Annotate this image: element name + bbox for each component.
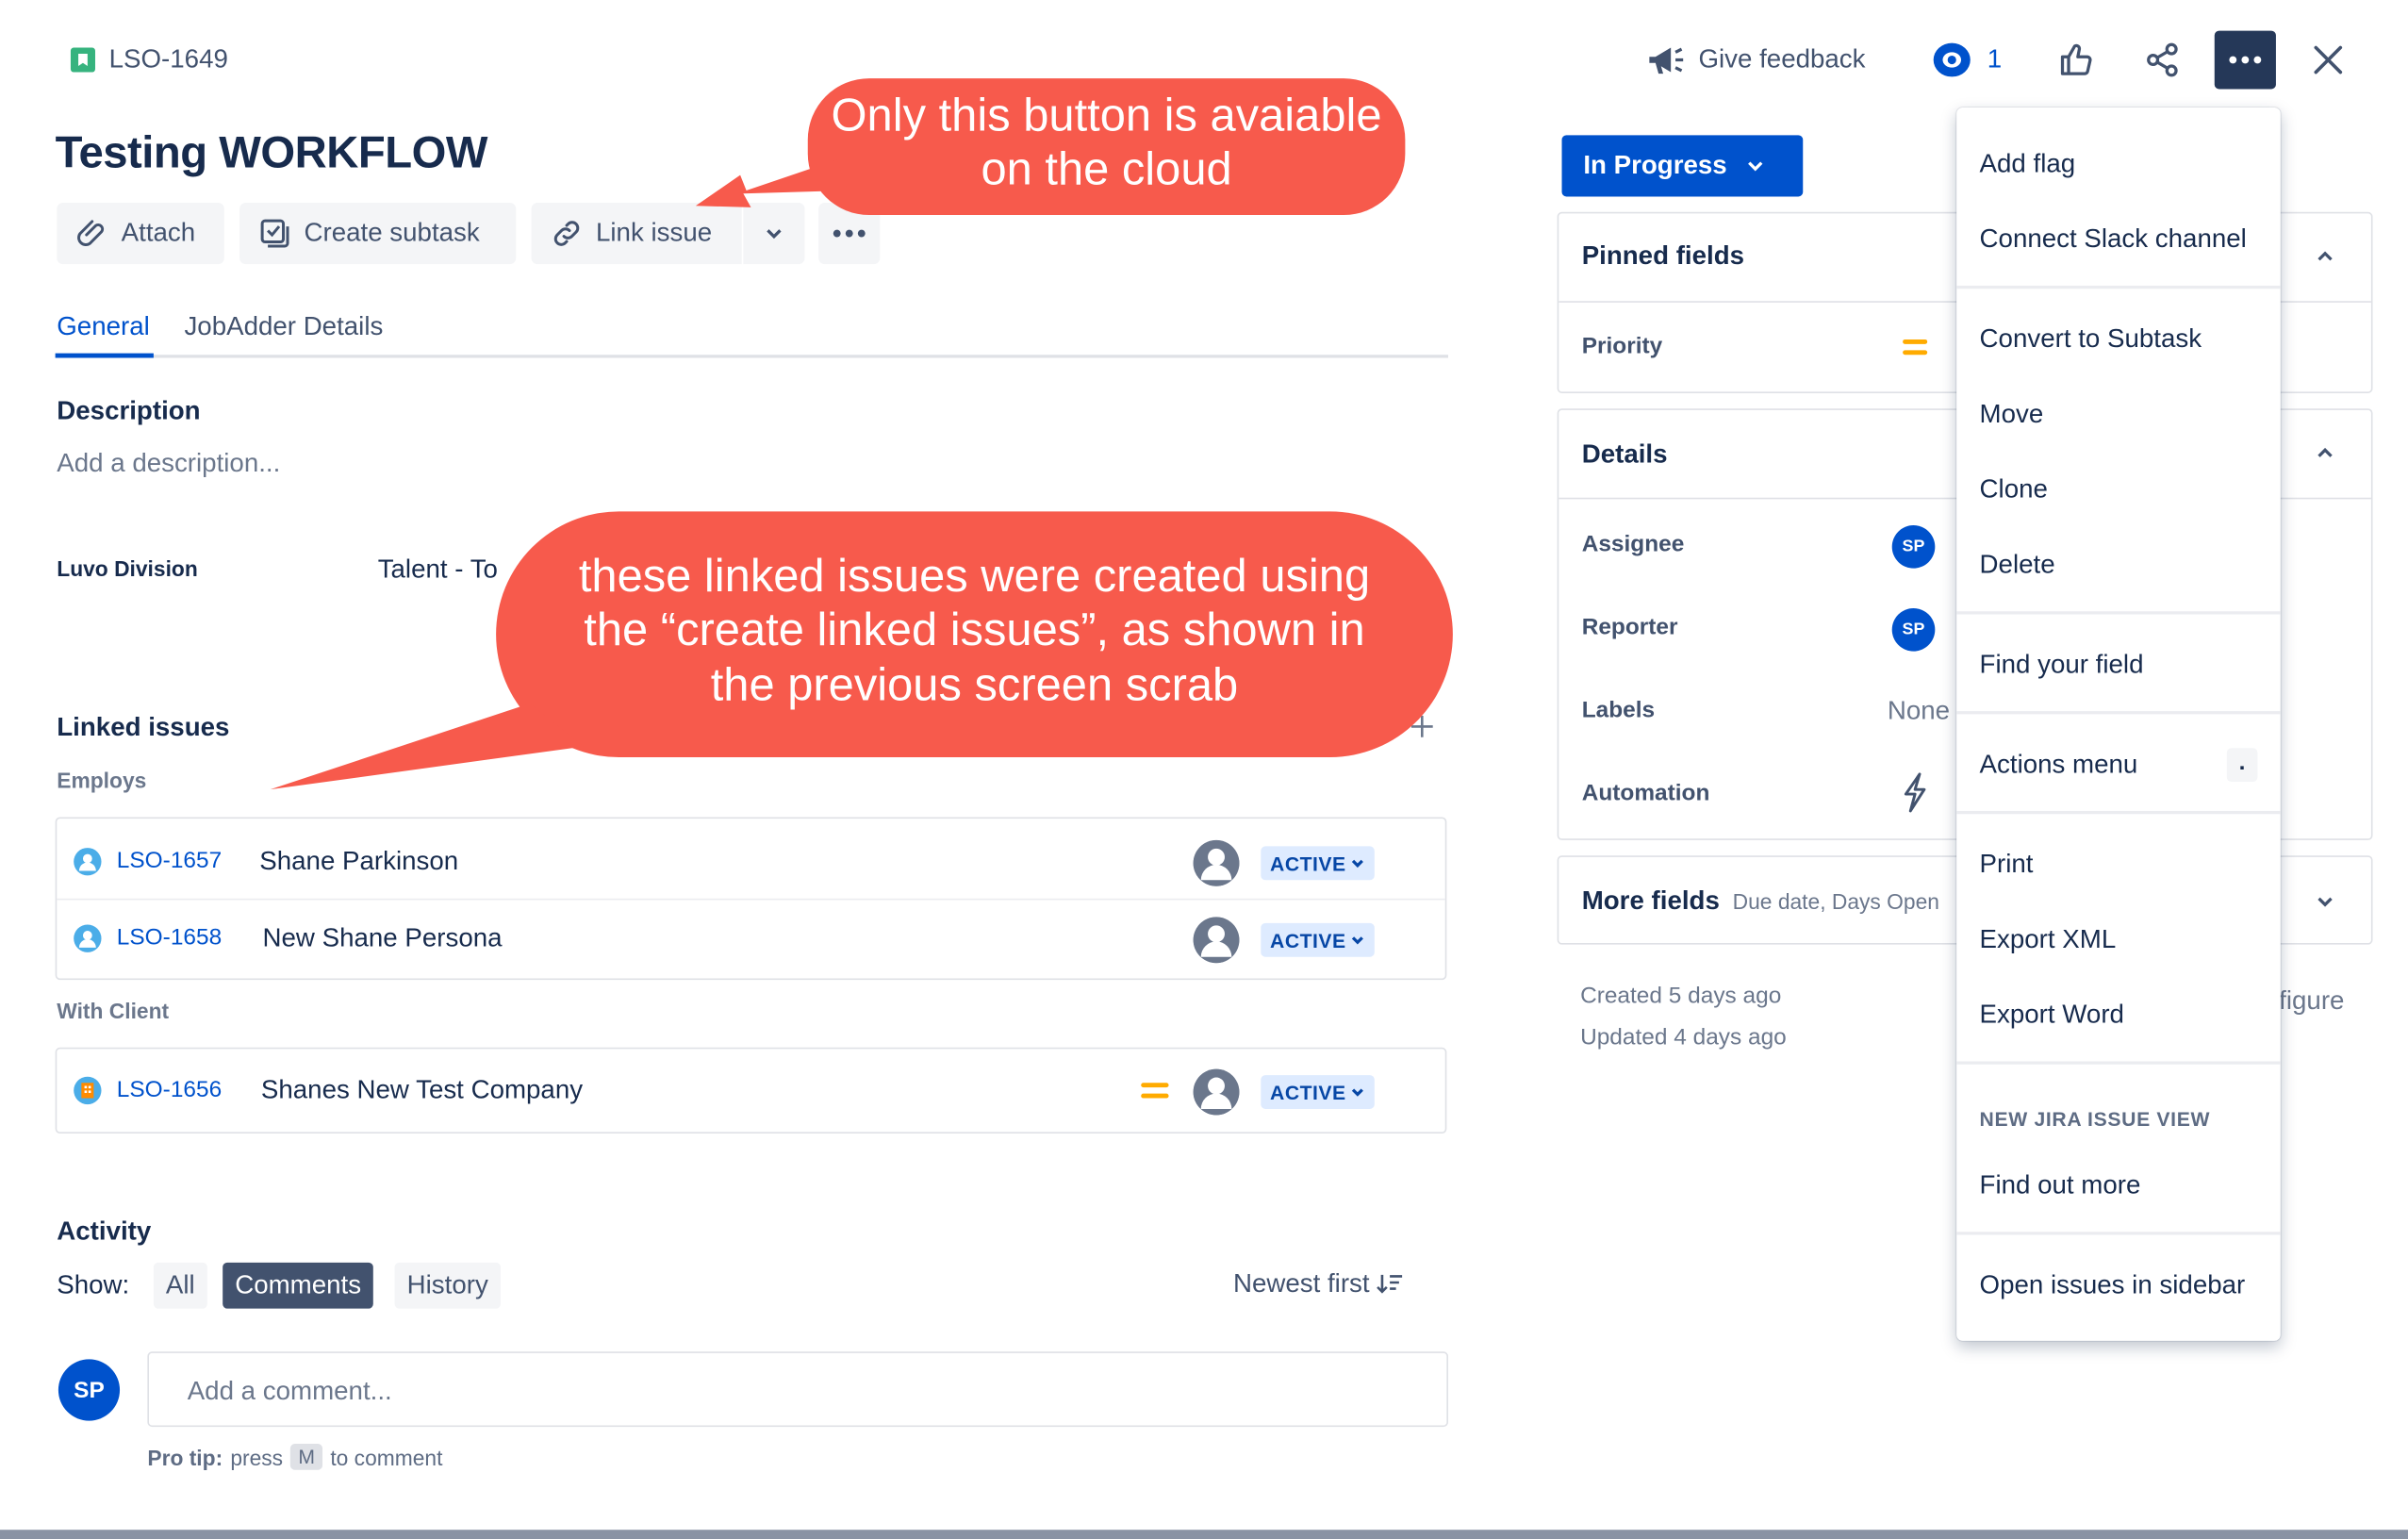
issue-view: LSO-1649 Testing WORKFLOW Attach Create … — [0, 0, 2408, 1539]
callout-bubbles — [270, 78, 1453, 790]
callout-middle-line: the “create linked issues”, as shown in — [584, 605, 1365, 657]
callout-top-line: Only this button is avaiable — [831, 91, 1382, 141]
callout-top-text: Only this button is avaiable on the clou… — [808, 89, 1406, 197]
callout-top-line: on the cloud — [981, 144, 1232, 196]
callout-middle-text: these linked issues were created using t… — [496, 550, 1453, 713]
callout-middle-line: these linked issues were created using — [578, 551, 1371, 603]
callout-middle-line: the previous screen scrab — [710, 660, 1239, 711]
